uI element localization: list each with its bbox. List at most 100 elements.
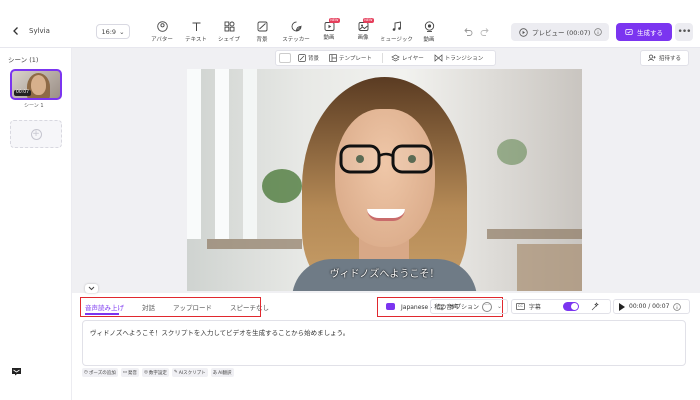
redo-icon[interactable] xyxy=(480,27,490,37)
video-caption: ヴィドノズへようこそ！ xyxy=(329,269,440,280)
add-user-icon xyxy=(648,54,656,62)
add-pause-button[interactable]: ◷ ポーズの追加 xyxy=(82,368,118,377)
tool-label: テキスト xyxy=(185,37,207,43)
layers-icon xyxy=(391,54,400,62)
transition-button[interactable]: トランジション xyxy=(434,54,484,62)
tool-record[interactable]: 動画 xyxy=(413,21,445,43)
play-circle-icon xyxy=(519,27,528,37)
template-button[interactable]: テンプレート xyxy=(329,54,372,62)
background-desk xyxy=(207,239,302,249)
subtitle-control: CC 字幕 xyxy=(511,299,611,314)
collapse-panel-button[interactable] xyxy=(85,284,98,293)
tool-image[interactable]: NEW 画像 xyxy=(347,18,379,41)
video-preview[interactable]: ヴィドノズへようこそ！ xyxy=(187,69,582,291)
tool-avatar[interactable]: アバター xyxy=(146,21,178,43)
invite-label: 招待する xyxy=(658,56,681,62)
tool-label: ステッカー xyxy=(282,37,310,43)
ai-script-icon: ✎ xyxy=(173,370,178,375)
generate-button[interactable]: 生成する xyxy=(616,23,672,41)
clock-icon: ◷ xyxy=(84,370,88,375)
btool-label: 発音 xyxy=(127,370,137,376)
canvas-toolbar: 背景 テンプレート レイヤー トランジション xyxy=(275,50,496,66)
transition-label: トランジション xyxy=(444,56,484,62)
layer-label: レイヤー xyxy=(401,56,424,62)
generate-label: 生成する xyxy=(637,29,663,37)
tool-shape[interactable]: シェイプ xyxy=(213,21,245,43)
subtitle-label: 字幕 xyxy=(528,304,541,311)
tool-label: 背景 xyxy=(256,37,268,43)
option-label: オプション xyxy=(449,304,480,311)
new-badge: NEW xyxy=(363,18,374,23)
script-tools: ◷ ポーズの追加 ▭ 発音 ◎ 数字設定 ✎ AIスクリプト あ AI翻訳 xyxy=(82,368,234,377)
avatar-glasses xyxy=(339,144,433,174)
undo-icon[interactable] xyxy=(463,27,473,37)
chat-support-icon[interactable] xyxy=(11,367,22,376)
tool-label: ミュージック xyxy=(380,37,413,43)
tool-label: 画像 xyxy=(357,35,369,41)
back-arrow-icon[interactable] xyxy=(11,26,21,36)
template-label: テンプレート xyxy=(339,56,372,62)
chevron-down-icon: ⌄ xyxy=(496,303,502,310)
color-swatch[interactable] xyxy=(279,53,291,63)
number-settings-button[interactable]: ◎ 数字設定 xyxy=(141,368,169,377)
record-icon xyxy=(424,21,434,32)
background-icon xyxy=(298,54,306,62)
background-window xyxy=(215,69,229,239)
add-scene-button[interactable]: + xyxy=(10,120,62,148)
background-desk xyxy=(487,229,582,239)
sticker-icon xyxy=(291,21,301,32)
tool-background[interactable]: 背景 xyxy=(246,21,278,43)
new-badge: NEW xyxy=(329,18,340,23)
subtitle-toggle[interactable] xyxy=(562,302,579,311)
tool-music[interactable]: ミュージック xyxy=(380,21,413,43)
info-icon xyxy=(673,302,682,311)
tool-label: アバター xyxy=(151,37,173,43)
scene-duration: 00:07 xyxy=(14,90,31,96)
tool-sticker[interactable]: ステッカー xyxy=(280,21,312,43)
ai-translate-icon: あ xyxy=(212,370,218,376)
more-options-button[interactable]: ••• xyxy=(675,23,693,41)
pronunciation-icon: ▭ xyxy=(122,370,127,375)
layer-button[interactable]: レイヤー xyxy=(391,54,424,62)
text-icon xyxy=(192,22,200,31)
tool-label: 動画 xyxy=(323,35,335,41)
shape-icon xyxy=(224,21,234,32)
options-icon xyxy=(437,303,444,310)
avatar-face xyxy=(335,109,435,247)
btool-label: AIスクリプト xyxy=(178,370,206,376)
tool-text[interactable]: テキスト xyxy=(180,21,212,43)
pronunciation-button[interactable]: ▭ 発音 xyxy=(120,368,139,377)
option-select[interactable]: オプション ⌄ xyxy=(430,299,508,314)
aspect-ratio-select[interactable]: 16:9 ⌄ xyxy=(96,24,130,39)
tool-label: 動画 xyxy=(423,37,435,43)
invite-button[interactable]: 招待する xyxy=(640,50,689,66)
time-display: 00:00 / 00:07 xyxy=(629,303,670,310)
preview-label: プレビュー (00:07) xyxy=(532,29,591,37)
ai-translate-button[interactable]: あ AI翻訳 xyxy=(210,368,234,377)
scene-count-header: シーン (1) xyxy=(8,56,39,64)
project-name[interactable]: Sylvia xyxy=(29,27,50,35)
background-plant xyxy=(262,169,302,203)
script-text-area[interactable]: ヴィドノズへようこそ！スクリプトを入力してビデオを生成することから始めましょう。 xyxy=(82,320,686,366)
transition-icon xyxy=(434,54,443,62)
background-window xyxy=(187,69,201,239)
thumbnail-face xyxy=(31,75,46,95)
scene-sidebar: シーン (1) 00:07 シーン 1 + xyxy=(0,48,72,400)
chevron-down-icon: ⌄ xyxy=(119,27,125,36)
preview-button[interactable]: プレビュー (00:07) xyxy=(511,23,609,41)
magic-wand-icon[interactable] xyxy=(591,302,600,311)
background-tool-button[interactable]: 背景 xyxy=(298,54,319,62)
top-bar: Sylvia 16:9 ⌄ アバター テキスト シェイプ 背景 ステッカー NE… xyxy=(0,0,700,48)
tool-video[interactable]: NEW 動画 xyxy=(313,18,345,41)
generate-icon xyxy=(625,29,633,35)
info-icon xyxy=(594,28,603,36)
ai-script-button[interactable]: ✎ AIスクリプト xyxy=(171,368,208,377)
background-label: 背景 xyxy=(308,56,320,62)
btool-label: ポーズの追加 xyxy=(88,370,116,376)
play-icon[interactable] xyxy=(619,302,625,311)
number-icon: ◎ xyxy=(143,370,148,375)
background-plant xyxy=(497,139,527,165)
cc-icon: CC xyxy=(516,303,525,310)
aspect-ratio-value: 16:9 xyxy=(101,27,117,36)
scene-thumbnail[interactable]: 00:07 xyxy=(10,69,62,100)
